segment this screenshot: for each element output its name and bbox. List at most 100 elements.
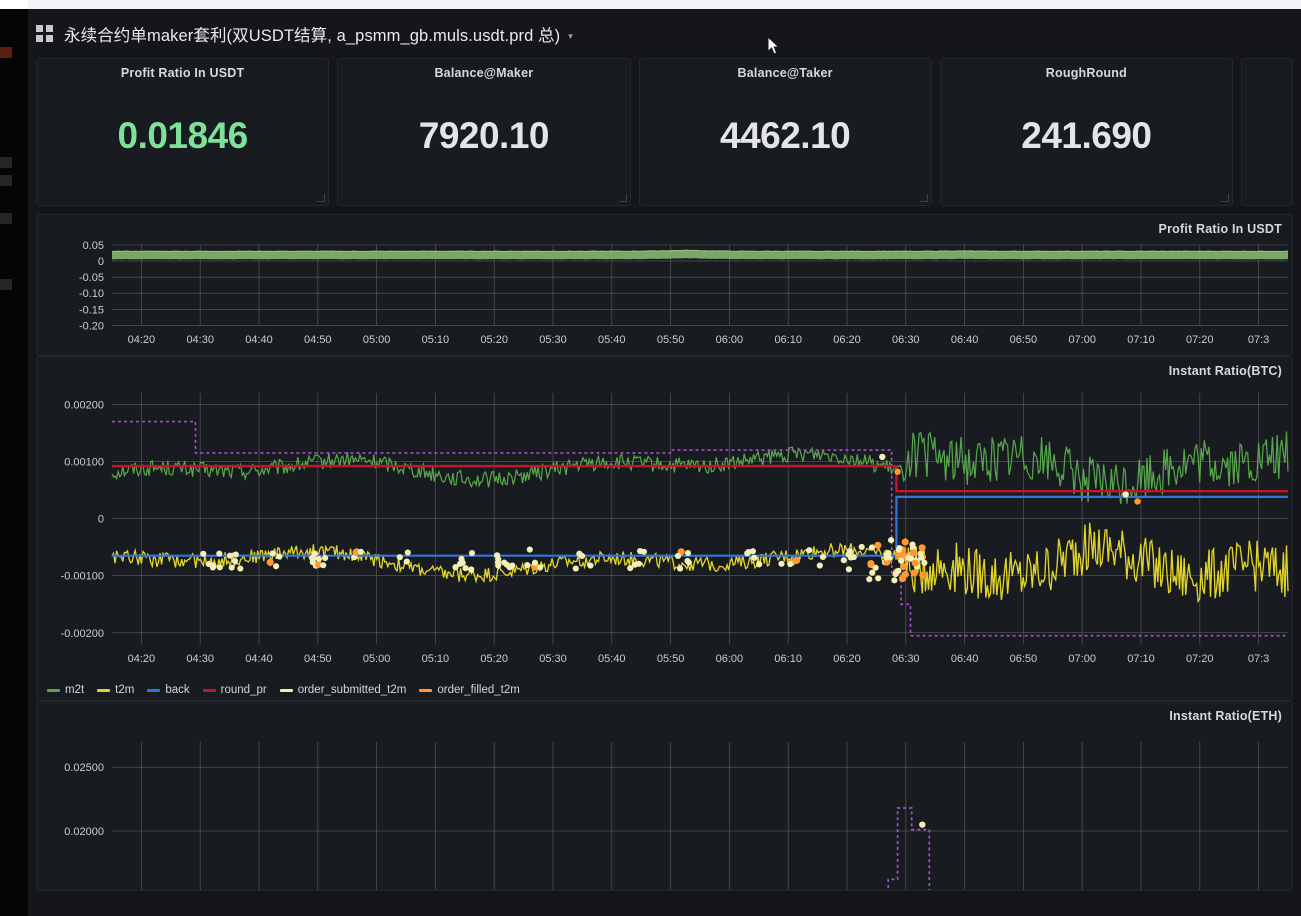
- legend-label: m2t: [65, 684, 85, 696]
- panel-title: Balance@Taker: [737, 66, 833, 80]
- svg-text:04:50: 04:50: [304, 653, 332, 665]
- timeseries-panel-eth[interactable]: Instant Ratio(ETH) 0.025000.020000.01500…: [36, 701, 1293, 891]
- svg-text:06:20: 06:20: [833, 334, 861, 346]
- svg-text:05:10: 05:10: [422, 334, 450, 346]
- sidebar-item-dashboards-icon[interactable]: [0, 175, 12, 186]
- panel-resize-handle[interactable]: [1221, 194, 1230, 203]
- legend-label: back: [165, 684, 190, 696]
- panel-resize-handle[interactable]: [317, 194, 326, 203]
- svg-text:07:3: 07:3: [1248, 334, 1269, 346]
- legend-item-order-submitted-t2m[interactable]: order_submitted_t2m: [279, 684, 407, 696]
- svg-text:-0.20: -0.20: [79, 321, 104, 333]
- panel-title: Instant Ratio(ETH): [1169, 709, 1282, 723]
- svg-text:06:50: 06:50: [1010, 334, 1038, 346]
- svg-text:-0.10: -0.10: [79, 288, 104, 300]
- svg-text:05:30: 05:30: [539, 334, 567, 346]
- stat-row: Profit Ratio In USDT 0.01846 Balance@Mak…: [36, 58, 1293, 206]
- legend-swatch: [47, 688, 60, 692]
- svg-text:05:40: 05:40: [598, 334, 626, 346]
- svg-text:04:30: 04:30: [186, 334, 214, 346]
- stat-panel-profit-ratio[interactable]: Profit Ratio In USDT 0.01846: [36, 58, 330, 206]
- svg-text:06:00: 06:00: [716, 653, 744, 665]
- panel-title: Balance@Maker: [434, 66, 534, 80]
- svg-text:0.02000: 0.02000: [64, 826, 104, 838]
- sidebar-item-explore-icon[interactable]: [0, 213, 12, 224]
- svg-text:-0.05: -0.05: [79, 272, 104, 284]
- page-title: 永续合约单maker套利(双USDT结算, a_psmm_gb.muls.usd…: [64, 26, 561, 45]
- svg-text:06:10: 06:10: [774, 653, 802, 665]
- legend-item-round-pr[interactable]: round_pr: [202, 684, 267, 696]
- svg-text:05:30: 05:30: [539, 653, 567, 665]
- legend-item-t2m[interactable]: t2m: [97, 684, 134, 696]
- svg-text:05:00: 05:00: [363, 334, 391, 346]
- legend-item-order-filled-t2m[interactable]: order_filled_t2m: [419, 684, 520, 696]
- dashboard-topnav: 永续合约单maker套利(双USDT结算, a_psmm_gb.muls.usd…: [28, 9, 1301, 58]
- stat-value: 241.690: [1021, 115, 1152, 156]
- svg-text:06:00: 06:00: [716, 334, 744, 346]
- panel-title: Instant Ratio(BTC): [1168, 364, 1282, 378]
- svg-text:06:10: 06:10: [774, 334, 802, 346]
- legend-label: order_filled_t2m: [437, 684, 520, 696]
- svg-text:05:50: 05:50: [657, 653, 685, 665]
- svg-text:07:10: 07:10: [1127, 334, 1155, 346]
- svg-text:-0.00200: -0.00200: [61, 628, 104, 640]
- legend-swatch: [97, 688, 111, 692]
- stat-value: 7920.10: [418, 115, 550, 156]
- panel-grid: Profit Ratio In USDT 0.01846 Balance@Mak…: [28, 58, 1301, 891]
- svg-text:0.02500: 0.02500: [64, 762, 104, 774]
- svg-text:05:40: 05:40: [598, 653, 626, 665]
- svg-text:0: 0: [98, 514, 104, 526]
- browser-chrome-strip: [28, 0, 1301, 9]
- panel-title: Profit Ratio In USDT: [1158, 222, 1282, 236]
- dashboard-grid-icon: [36, 25, 53, 42]
- legend-label: order_submitted_t2m: [297, 684, 407, 696]
- svg-text:0.00200: 0.00200: [64, 399, 104, 411]
- browser-chrome-edge: [0, 0, 28, 9]
- svg-text:05:00: 05:00: [363, 653, 391, 665]
- svg-text:06:20: 06:20: [833, 653, 861, 665]
- svg-text:04:20: 04:20: [128, 653, 156, 665]
- plot-area-eth[interactable]: 0.025000.020000.015000.01000: [37, 728, 1292, 890]
- legend-swatch: [279, 688, 293, 692]
- sidebar-item-alerting-icon[interactable]: [0, 279, 12, 290]
- svg-text:07:20: 07:20: [1186, 334, 1214, 346]
- panel-title: Profit Ratio In USDT: [120, 66, 245, 80]
- svg-text:04:20: 04:20: [128, 334, 156, 346]
- svg-text:04:50: 04:50: [304, 334, 332, 346]
- svg-text:0: 0: [98, 256, 104, 268]
- panel-resize-handle[interactable]: [919, 194, 929, 203]
- stat-panel-balance-maker[interactable]: Balance@Maker 7920.10: [337, 58, 631, 206]
- left-sidebar[interactable]: [0, 9, 28, 916]
- timeseries-panel-profit-ratio[interactable]: Profit Ratio In USDT 0.05 0 -0.05 -0.10 -0.1…: [36, 214, 1293, 356]
- svg-text:-0.15: -0.15: [79, 304, 104, 316]
- svg-text:06:40: 06:40: [951, 653, 979, 665]
- svg-text:0.05: 0.05: [83, 241, 104, 252]
- plot-area-profit-ratio[interactable]: 0.05 0 -0.05 -0.10 -0.15 -0.20 04:20 04:30 04:40…: [37, 241, 1292, 355]
- legend-swatch: [202, 688, 216, 692]
- stat-panel-roughround[interactable]: RoughRound 241.690: [939, 58, 1233, 206]
- chevron-down-icon[interactable]: ▾: [568, 32, 573, 41]
- sidebar-item-search-icon[interactable]: [0, 157, 12, 168]
- svg-text:0.00100: 0.00100: [64, 456, 104, 468]
- grafana-app: 永续合约单maker套利(双USDT结算, a_psmm_gb.muls.usd…: [28, 9, 1301, 916]
- legend-label: t2m: [115, 684, 135, 696]
- screen: 永续合约单maker套利(双USDT结算, a_psmm_gb.muls.usd…: [0, 0, 1301, 916]
- svg-text:05:50: 05:50: [657, 334, 685, 346]
- svg-text:05:20: 05:20: [480, 653, 508, 665]
- svg-text:06:30: 06:30: [892, 334, 920, 346]
- panel-resize-handle[interactable]: [618, 194, 628, 203]
- chart-legend-btc: m2t t2m back round_pr order_submitted_t2…: [47, 684, 520, 696]
- legend-item-m2t[interactable]: m2t: [47, 684, 84, 696]
- stat-panel-balance-taker[interactable]: Balance@Taker 4462.10: [638, 58, 932, 206]
- svg-text:07:20: 07:20: [1186, 653, 1214, 665]
- plot-area-btc[interactable]: 0.00200 0.00100 0 -0.00100 -0.00200 04:20 04:3…: [37, 383, 1292, 674]
- panel-title: RoughRound: [1045, 66, 1127, 80]
- timeseries-panel-btc[interactable]: Instant Ratio(BTC) 0.00200 0.00100 0 -0.001…: [36, 356, 1293, 701]
- svg-text:07:3: 07:3: [1248, 653, 1269, 665]
- svg-text:06:40: 06:40: [951, 334, 979, 346]
- grafana-logo-icon[interactable]: [0, 47, 12, 58]
- svg-text:05:10: 05:10: [422, 653, 450, 665]
- legend-item-back[interactable]: back: [147, 684, 190, 696]
- stat-panel-clipped[interactable]: [1241, 58, 1293, 206]
- svg-text:07:00: 07:00: [1068, 653, 1096, 665]
